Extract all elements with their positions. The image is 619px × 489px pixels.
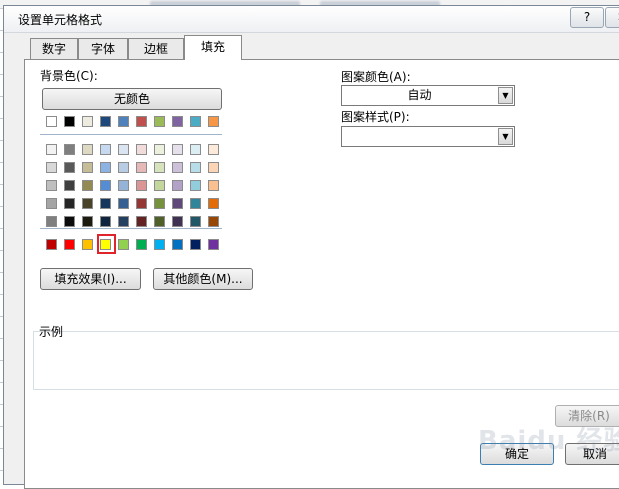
theme-color-swatch[interactable] bbox=[136, 116, 147, 127]
theme-color-swatch[interactable] bbox=[154, 162, 165, 173]
palette-divider-1 bbox=[40, 134, 222, 135]
dialog-titlebar: 设置单元格格式 ? ✕ bbox=[4, 6, 619, 33]
theme-color-swatch[interactable] bbox=[190, 116, 201, 127]
sample-label: 示例 bbox=[39, 325, 64, 339]
theme-color-swatch[interactable] bbox=[190, 216, 201, 227]
theme-color-swatch[interactable] bbox=[190, 144, 201, 155]
theme-color-swatch[interactable] bbox=[190, 180, 201, 191]
pattern-style-label: 图案样式(P): bbox=[341, 110, 410, 124]
theme-color-swatch[interactable] bbox=[100, 144, 111, 155]
theme-color-swatch[interactable] bbox=[208, 162, 219, 173]
theme-color-swatch[interactable] bbox=[64, 216, 75, 227]
theme-color-swatch[interactable] bbox=[136, 162, 147, 173]
theme-color-swatch[interactable] bbox=[46, 180, 57, 191]
theme-color-swatch[interactable] bbox=[82, 162, 93, 173]
theme-color-swatch[interactable] bbox=[82, 216, 93, 227]
theme-color-swatch[interactable] bbox=[46, 216, 57, 227]
theme-color-swatch[interactable] bbox=[118, 216, 129, 227]
theme-color-swatch[interactable] bbox=[64, 198, 75, 209]
theme-color-swatch[interactable] bbox=[82, 116, 93, 127]
theme-color-swatch[interactable] bbox=[64, 162, 75, 173]
sample-preview-area bbox=[33, 331, 619, 390]
tab-fill[interactable]: 填充 bbox=[184, 35, 242, 60]
theme-color-swatch[interactable] bbox=[136, 180, 147, 191]
theme-color-swatch[interactable] bbox=[82, 144, 93, 155]
theme-color-swatch[interactable] bbox=[154, 180, 165, 191]
chevron-down-icon[interactable]: ▼ bbox=[498, 87, 513, 104]
theme-color-swatch[interactable] bbox=[172, 116, 183, 127]
tab-border[interactable]: 边框 bbox=[128, 38, 184, 59]
theme-color-swatch[interactable] bbox=[118, 180, 129, 191]
theme-color-swatch[interactable] bbox=[82, 180, 93, 191]
pattern-color-select[interactable]: 自动 ▼ bbox=[341, 85, 515, 106]
dialog-title: 设置单元格格式 bbox=[18, 13, 103, 27]
theme-color-swatch[interactable] bbox=[46, 144, 57, 155]
pattern-color-value: 自动 bbox=[407, 88, 432, 102]
theme-color-swatch[interactable] bbox=[208, 116, 219, 127]
theme-color-swatch[interactable] bbox=[64, 116, 75, 127]
theme-color-swatch[interactable] bbox=[100, 216, 111, 227]
theme-color-swatch[interactable] bbox=[118, 198, 129, 209]
standard-color-swatch[interactable] bbox=[136, 239, 147, 250]
standard-color-swatch[interactable] bbox=[172, 239, 183, 250]
fill-effects-button[interactable]: 填充效果(I)... bbox=[40, 268, 141, 290]
baidu-watermark: Baidu 经验 bbox=[478, 426, 619, 456]
theme-color-swatch[interactable] bbox=[208, 180, 219, 191]
selected-color-highlight bbox=[97, 234, 116, 254]
theme-color-swatch[interactable] bbox=[172, 144, 183, 155]
theme-color-swatch[interactable] bbox=[190, 198, 201, 209]
standard-color-swatch[interactable] bbox=[118, 239, 129, 250]
theme-color-swatch[interactable] bbox=[136, 216, 147, 227]
theme-color-swatch[interactable] bbox=[46, 198, 57, 209]
theme-color-swatch[interactable] bbox=[82, 198, 93, 209]
theme-color-swatch[interactable] bbox=[136, 144, 147, 155]
theme-color-swatch[interactable] bbox=[208, 198, 219, 209]
theme-color-swatch[interactable] bbox=[118, 116, 129, 127]
background-color-label: 背景色(C): bbox=[40, 69, 98, 83]
pattern-color-label: 图案颜色(A): bbox=[341, 70, 411, 84]
theme-color-swatch[interactable] bbox=[100, 162, 111, 173]
standard-color-swatch[interactable] bbox=[64, 239, 75, 250]
theme-color-swatch[interactable] bbox=[64, 180, 75, 191]
tab-number[interactable]: 数字 bbox=[30, 38, 78, 59]
help-button[interactable]: ? bbox=[570, 7, 604, 28]
palette-divider-2 bbox=[40, 228, 222, 229]
theme-color-swatch[interactable] bbox=[100, 180, 111, 191]
theme-color-swatch[interactable] bbox=[64, 144, 75, 155]
standard-color-swatch[interactable] bbox=[154, 239, 165, 250]
theme-color-swatch[interactable] bbox=[190, 162, 201, 173]
no-color-button[interactable]: 无颜色 bbox=[42, 88, 222, 110]
chevron-down-icon[interactable]: ▼ bbox=[498, 128, 513, 145]
more-colors-button[interactable]: 其他颜色(M)... bbox=[153, 268, 253, 290]
theme-color-swatch[interactable] bbox=[100, 198, 111, 209]
theme-color-swatch[interactable] bbox=[172, 198, 183, 209]
standard-color-swatch[interactable] bbox=[82, 239, 93, 250]
theme-color-swatch[interactable] bbox=[154, 216, 165, 227]
standard-color-swatch[interactable] bbox=[208, 239, 219, 250]
close-button[interactable]: ✕ bbox=[605, 7, 619, 28]
theme-color-swatch[interactable] bbox=[118, 144, 129, 155]
theme-color-swatch[interactable] bbox=[208, 144, 219, 155]
theme-color-swatch[interactable] bbox=[46, 162, 57, 173]
theme-color-swatch[interactable] bbox=[118, 162, 129, 173]
theme-color-swatch[interactable] bbox=[154, 144, 165, 155]
theme-color-swatch[interactable] bbox=[208, 216, 219, 227]
sample-group-line bbox=[66, 331, 619, 332]
theme-color-swatch[interactable] bbox=[154, 116, 165, 127]
theme-color-swatch[interactable] bbox=[172, 180, 183, 191]
theme-color-swatch[interactable] bbox=[172, 216, 183, 227]
theme-color-swatch[interactable] bbox=[100, 116, 111, 127]
theme-color-swatch[interactable] bbox=[46, 116, 57, 127]
theme-color-swatch[interactable] bbox=[136, 198, 147, 209]
pattern-style-select[interactable]: ▼ bbox=[341, 126, 515, 147]
tab-font[interactable]: 字体 bbox=[78, 38, 128, 59]
theme-color-swatch[interactable] bbox=[172, 162, 183, 173]
standard-color-swatch[interactable] bbox=[46, 239, 57, 250]
standard-color-swatch[interactable] bbox=[190, 239, 201, 250]
theme-color-swatch[interactable] bbox=[154, 198, 165, 209]
